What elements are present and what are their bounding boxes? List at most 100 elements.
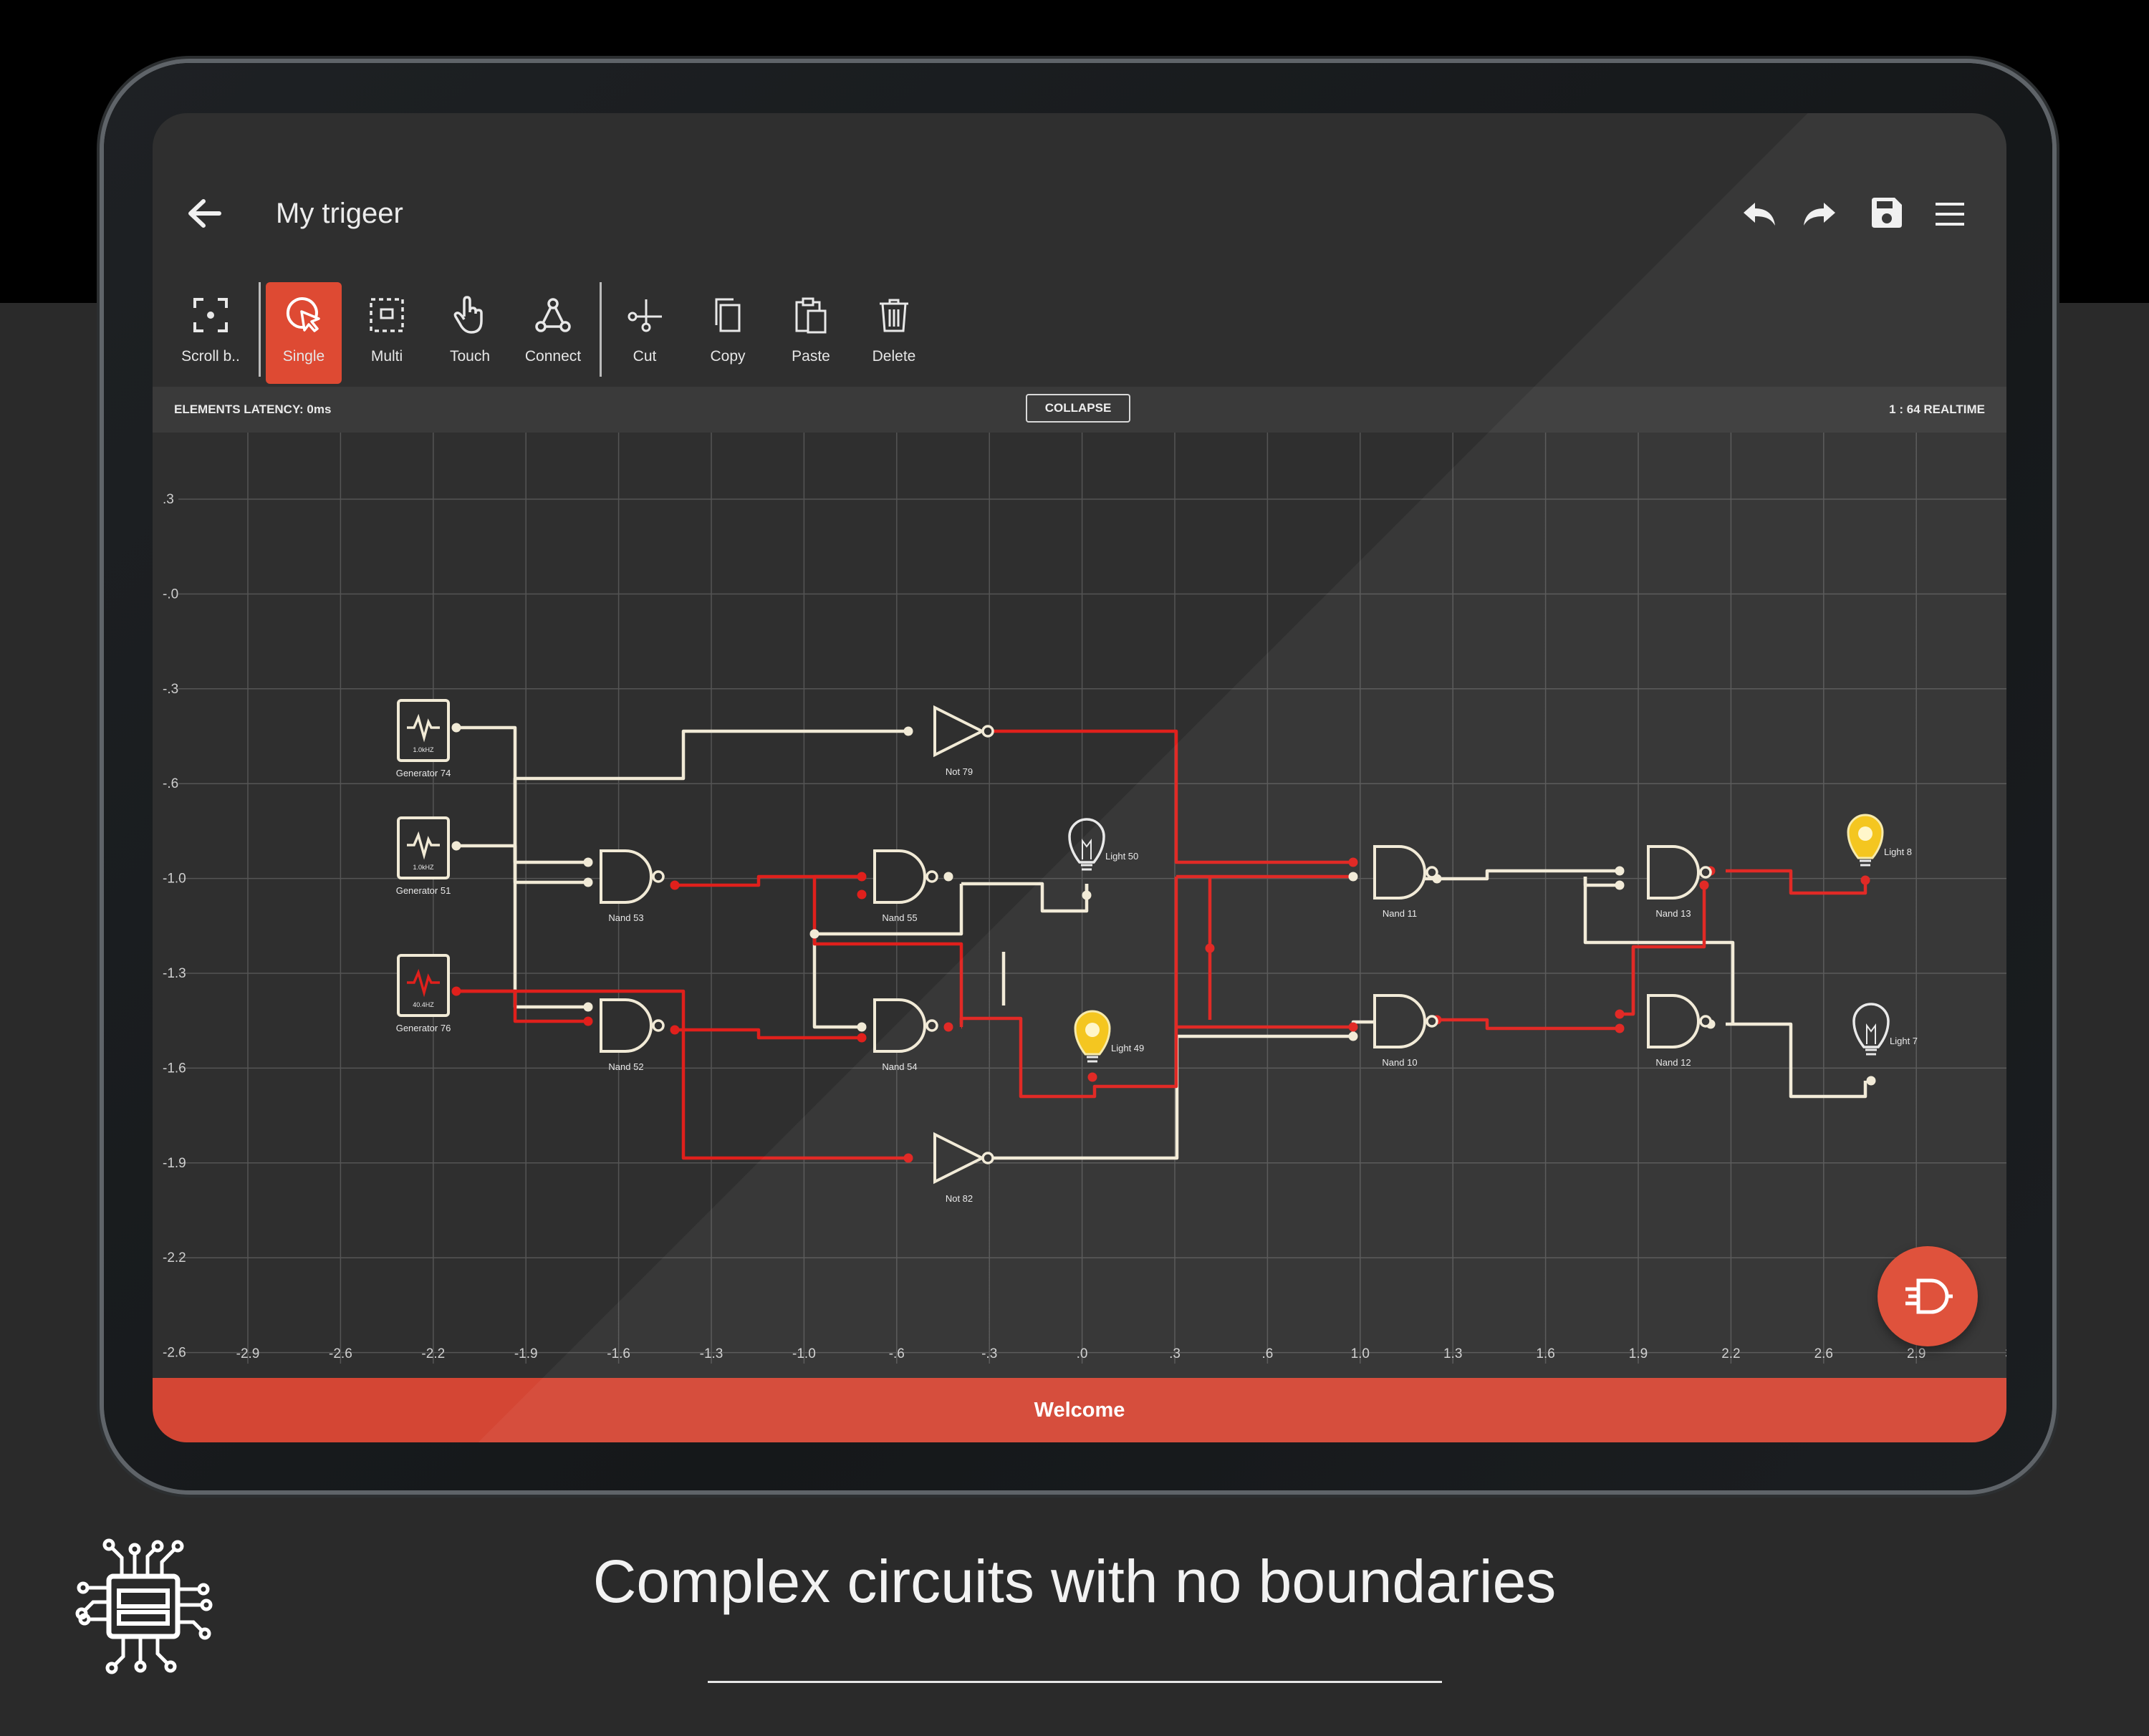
gate-label: Nand 13 bbox=[1655, 908, 1691, 919]
nand-11[interactable]: Nand 11 bbox=[1373, 845, 1438, 919]
generator-51[interactable]: 1.0kHZ Generator 51 bbox=[396, 816, 451, 896]
nand-52[interactable]: Nand 52 bbox=[600, 998, 665, 1072]
menu-button[interactable] bbox=[1929, 193, 1971, 235]
undo-button[interactable] bbox=[1737, 193, 1779, 235]
trash-icon bbox=[880, 299, 908, 332]
wire-joint[interactable] bbox=[670, 1025, 680, 1035]
gate-label: Nand 12 bbox=[1655, 1057, 1691, 1068]
tool-single[interactable]: Single bbox=[266, 282, 342, 384]
wire-joint[interactable] bbox=[903, 1153, 913, 1163]
x-tick-label: -2.9 bbox=[236, 1346, 260, 1361]
back-button[interactable] bbox=[181, 191, 227, 236]
x-tick-label: -.6 bbox=[889, 1346, 905, 1361]
x-tick-label: -1.0 bbox=[792, 1346, 816, 1361]
gate-label: Nand 54 bbox=[882, 1061, 917, 1072]
wire-joint[interactable] bbox=[451, 986, 461, 996]
x-tick-label: .3 bbox=[1169, 1346, 1181, 1361]
wire-joint[interactable] bbox=[1087, 1072, 1097, 1082]
tool-cut[interactable]: Cut bbox=[607, 282, 683, 384]
welcome-banner[interactable]: Welcome bbox=[153, 1378, 2006, 1442]
app-bar: My trigeer bbox=[153, 113, 2006, 271]
y-tick-label: -2.6 bbox=[163, 1346, 186, 1361]
wire-joint[interactable] bbox=[1205, 943, 1215, 953]
wire-joint[interactable] bbox=[583, 877, 593, 887]
x-tick-label: -1.6 bbox=[607, 1346, 630, 1361]
add-component-fab[interactable] bbox=[1878, 1246, 1978, 1346]
tool-touch[interactable]: Touch bbox=[432, 282, 508, 384]
tool-label: Copy bbox=[710, 348, 746, 365]
light-8[interactable]: Light 8 bbox=[1847, 814, 1912, 867]
nand-54[interactable]: Nand 54 bbox=[873, 998, 938, 1072]
latency-readout: ELEMENTS LATENCY: 0ms bbox=[174, 402, 332, 416]
nand-12[interactable]: Nand 12 bbox=[1647, 994, 1712, 1068]
wire-joint[interactable] bbox=[1615, 1023, 1625, 1033]
wire-joint[interactable] bbox=[1615, 866, 1625, 876]
y-tick-label: -2.2 bbox=[163, 1250, 186, 1265]
generator-74[interactable]: 1.0kHZ Generator 74 bbox=[396, 699, 451, 778]
collapse-button[interactable]: COLLAPSE bbox=[1026, 394, 1130, 423]
x-tick-label: 2.9 bbox=[1907, 1346, 1926, 1361]
wire-joint[interactable] bbox=[857, 889, 867, 900]
grid-lines bbox=[178, 433, 2006, 1364]
nand-10[interactable]: Nand 10 bbox=[1373, 994, 1438, 1068]
redo-icon bbox=[1804, 203, 1835, 226]
y-axis-ticks: .3 -.0 -.3 -.6 -1.0 -1.3 -1.6 -1.9 -2.2 -2.6 bbox=[163, 492, 186, 1361]
tool-label: Cut bbox=[633, 348, 657, 365]
tool-label: Touch bbox=[449, 348, 491, 365]
tool-label: Scroll b.. bbox=[181, 348, 240, 365]
tool-label: Single bbox=[282, 348, 325, 365]
wire-joint[interactable] bbox=[1615, 1009, 1625, 1019]
wire-joint[interactable] bbox=[857, 872, 867, 882]
light-label: Light 50 bbox=[1105, 851, 1138, 862]
gate-label: Nand 52 bbox=[608, 1061, 643, 1072]
wire-joint[interactable] bbox=[1082, 890, 1092, 900]
wire-joint[interactable] bbox=[1348, 872, 1358, 882]
wire-joint[interactable] bbox=[583, 1002, 593, 1012]
wire-joint[interactable] bbox=[1866, 1076, 1876, 1086]
wire-joint[interactable] bbox=[1348, 1031, 1358, 1041]
light-50[interactable]: Light 50 bbox=[1068, 818, 1138, 871]
wire-joint[interactable] bbox=[943, 872, 953, 882]
wire-joint[interactable] bbox=[809, 929, 819, 939]
scroll-frame-icon bbox=[193, 298, 228, 332]
page-title: My trigeer bbox=[276, 198, 403, 229]
light-7[interactable]: Light 7 bbox=[1852, 1003, 1918, 1056]
wire-joint[interactable] bbox=[857, 1022, 867, 1032]
nand-55[interactable]: Nand 55 bbox=[873, 849, 938, 923]
x-tick-label: -2.6 bbox=[329, 1346, 352, 1361]
x-tick-label: 3 bbox=[2005, 1346, 2006, 1361]
y-tick-label: -1.6 bbox=[163, 1061, 186, 1076]
wire-joint[interactable] bbox=[1348, 1022, 1358, 1032]
wire-joint[interactable] bbox=[1699, 880, 1709, 890]
single-select-cursor-icon bbox=[286, 297, 320, 332]
nand-53[interactable]: Nand 53 bbox=[600, 849, 665, 923]
circuit-canvas[interactable]: .3 -.0 -.3 -.6 -1.0 -1.3 -1.6 -1.9 -2.2 -2.6 -2.9… bbox=[153, 433, 2006, 1407]
wire-joint[interactable] bbox=[583, 1016, 593, 1026]
tool-label: Connect bbox=[524, 348, 582, 365]
wire-joint[interactable] bbox=[903, 726, 913, 736]
tool-connect[interactable]: Connect bbox=[515, 282, 591, 384]
redo-button[interactable] bbox=[1800, 193, 1842, 235]
wire-joint[interactable] bbox=[451, 841, 461, 851]
y-tick-label: -.0 bbox=[163, 587, 178, 602]
light-49[interactable]: Light 49 bbox=[1074, 1010, 1144, 1063]
wire-joint[interactable] bbox=[1615, 880, 1625, 890]
tool-multi[interactable]: Multi bbox=[349, 282, 425, 384]
not-82[interactable]: Not 82 bbox=[933, 1132, 994, 1204]
tool-paste[interactable]: Paste bbox=[773, 282, 849, 384]
generator-76[interactable]: 40.4HZ Generator 76 bbox=[396, 954, 451, 1033]
wire-joint[interactable] bbox=[670, 880, 680, 890]
wire-joint[interactable] bbox=[583, 857, 593, 867]
not-79[interactable]: Not 79 bbox=[933, 705, 994, 777]
save-button[interactable] bbox=[1865, 191, 1909, 235]
y-tick-label: -1.0 bbox=[163, 872, 186, 887]
wire-joint[interactable] bbox=[1348, 857, 1358, 867]
wire-joint[interactable] bbox=[857, 1033, 867, 1043]
wire-joint[interactable] bbox=[1860, 875, 1870, 885]
y-tick-label: -1.9 bbox=[163, 1156, 186, 1171]
tool-delete[interactable]: Delete bbox=[856, 282, 932, 384]
wire-joint[interactable] bbox=[451, 723, 461, 733]
tool-copy[interactable]: Copy bbox=[690, 282, 766, 384]
wire-joint[interactable] bbox=[943, 1022, 953, 1032]
tool-scroll[interactable]: Scroll b.. bbox=[173, 282, 249, 384]
